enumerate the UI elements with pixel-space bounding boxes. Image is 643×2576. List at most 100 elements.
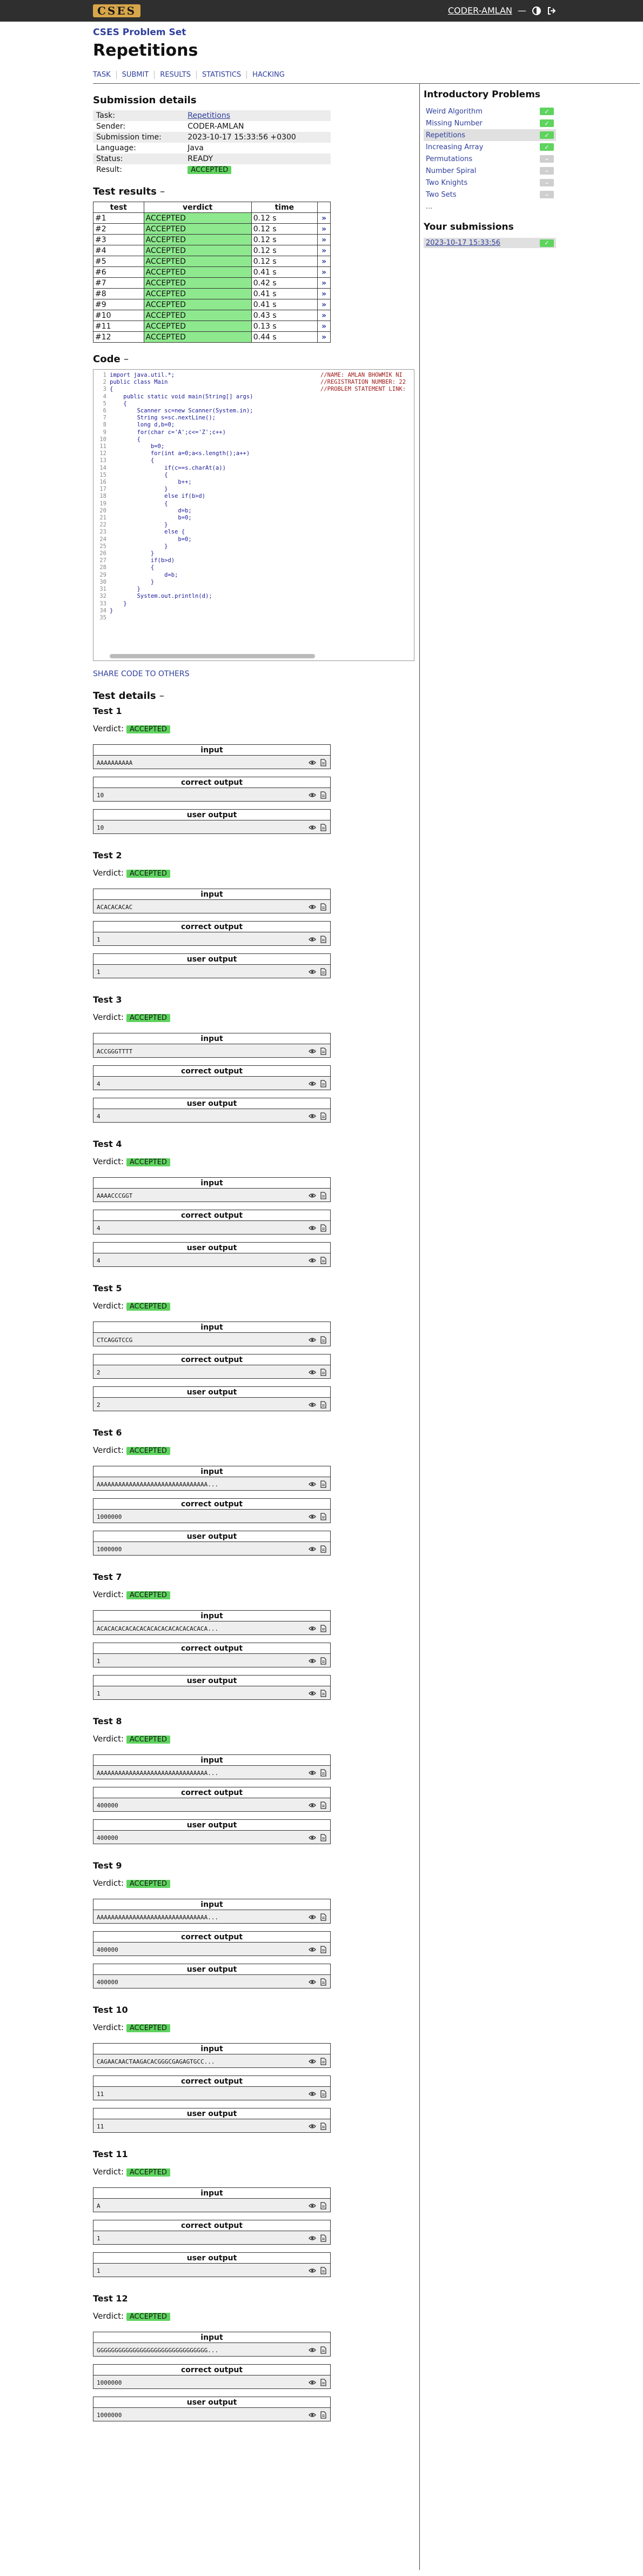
nav-statistics[interactable]: STATISTICS <box>197 71 247 79</box>
download-file-icon[interactable] <box>319 1834 327 1841</box>
test-link-icon[interactable]: » <box>317 245 331 256</box>
sidebar-task-item[interactable]: Two Knights – <box>424 177 556 189</box>
view-icon[interactable] <box>309 1625 316 1632</box>
nav-hacking[interactable]: HACKING <box>247 71 290 79</box>
sidebar-task-item[interactable]: Missing Number ✓ <box>424 117 556 129</box>
view-icon[interactable] <box>309 1769 316 1777</box>
sidebar-task-link[interactable]: Repetitions <box>426 131 465 139</box>
view-icon[interactable] <box>309 1913 316 1921</box>
download-file-icon[interactable] <box>319 968 327 976</box>
logout-icon[interactable] <box>547 6 557 16</box>
view-icon[interactable] <box>309 1401 316 1409</box>
problem-set-title[interactable]: CSES Problem Set <box>93 27 643 38</box>
test-link-icon[interactable]: » <box>317 299 331 310</box>
download-file-icon[interactable] <box>319 1224 327 1232</box>
submission-item[interactable]: 2023-10-17 15:33:56 ✓ <box>424 238 556 248</box>
sidebar-task-link[interactable]: Two Knights <box>426 179 467 187</box>
sidebar-task-item[interactable]: Repetitions ✓ <box>424 129 556 141</box>
view-icon[interactable] <box>309 968 316 976</box>
view-icon[interactable] <box>309 2090 316 2098</box>
download-file-icon[interactable] <box>319 824 327 831</box>
sidebar-task-link[interactable]: Number Spiral <box>426 167 476 175</box>
download-file-icon[interactable] <box>319 1545 327 1553</box>
view-icon[interactable] <box>309 1801 316 1809</box>
sidebar-task-item[interactable]: Permutations – <box>424 153 556 165</box>
download-file-icon[interactable] <box>319 1047 327 1055</box>
view-icon[interactable] <box>309 1545 316 1553</box>
view-icon[interactable] <box>309 759 316 766</box>
download-file-icon[interactable] <box>319 1657 327 1665</box>
download-file-icon[interactable] <box>319 1913 327 1921</box>
test-link-icon[interactable]: » <box>317 288 331 299</box>
test-link-icon[interactable]: » <box>317 266 331 278</box>
download-file-icon[interactable] <box>319 1480 327 1488</box>
share-code-link[interactable]: SHARE CODE TO OTHERS <box>93 670 414 678</box>
download-file-icon[interactable] <box>319 1112 327 1120</box>
view-icon[interactable] <box>309 1480 316 1488</box>
view-icon[interactable] <box>309 2234 316 2242</box>
test-link-icon[interactable]: » <box>317 212 331 224</box>
view-icon[interactable] <box>309 1657 316 1665</box>
download-file-icon[interactable] <box>319 1690 327 1697</box>
sidebar-task-item[interactable]: Increasing Array ✓ <box>424 141 556 153</box>
view-icon[interactable] <box>309 2411 316 2419</box>
view-icon[interactable] <box>309 2058 316 2065</box>
test-link-icon[interactable]: » <box>317 234 331 245</box>
download-file-icon[interactable] <box>319 936 327 943</box>
task-link[interactable]: Repetitions <box>187 111 230 120</box>
view-icon[interactable] <box>309 903 316 911</box>
view-icon[interactable] <box>309 2379 316 2386</box>
view-icon[interactable] <box>309 1978 316 1986</box>
nav-task[interactable]: TASK <box>93 71 117 79</box>
view-icon[interactable] <box>309 1690 316 1697</box>
test-link-icon[interactable]: » <box>317 331 331 343</box>
download-file-icon[interactable] <box>319 2379 327 2386</box>
download-file-icon[interactable] <box>319 2202 327 2210</box>
download-file-icon[interactable] <box>319 1978 327 1986</box>
test-link-icon[interactable]: » <box>317 223 331 235</box>
test-link-icon[interactable]: » <box>317 310 331 321</box>
view-icon[interactable] <box>309 1513 316 1520</box>
download-file-icon[interactable] <box>319 903 327 911</box>
test-link-icon[interactable]: » <box>317 321 331 332</box>
nav-submit[interactable]: SUBMIT <box>117 71 155 79</box>
view-icon[interactable] <box>309 1047 316 1055</box>
sidebar-task-link[interactable]: Two Sets <box>426 191 457 199</box>
view-icon[interactable] <box>309 2267 316 2274</box>
test-link-icon[interactable]: » <box>317 277 331 289</box>
view-icon[interactable] <box>309 791 316 799</box>
view-icon[interactable] <box>309 1080 316 1087</box>
sidebar-task-link[interactable]: Weird Algorithm <box>426 108 483 116</box>
view-icon[interactable] <box>309 1336 316 1344</box>
download-file-icon[interactable] <box>319 1946 327 1953</box>
test-link-icon[interactable]: » <box>317 256 331 267</box>
download-file-icon[interactable] <box>319 1401 327 1409</box>
view-icon[interactable] <box>309 1257 316 1264</box>
download-file-icon[interactable] <box>319 1192 327 1199</box>
view-icon[interactable] <box>309 824 316 831</box>
sidebar-task-link[interactable]: Permutations <box>426 155 472 163</box>
download-file-icon[interactable] <box>319 791 327 799</box>
sidebar-task-item[interactable]: Number Spiral – <box>424 165 556 177</box>
view-icon[interactable] <box>309 2202 316 2210</box>
sidebar-task-link[interactable]: Missing Number <box>426 119 483 128</box>
horizontal-scrollbar[interactable] <box>110 654 315 658</box>
download-file-icon[interactable] <box>319 2411 327 2419</box>
download-file-icon[interactable] <box>319 1769 327 1777</box>
download-file-icon[interactable] <box>319 1801 327 1809</box>
download-file-icon[interactable] <box>319 2123 327 2130</box>
view-icon[interactable] <box>309 2346 316 2354</box>
download-file-icon[interactable] <box>319 2346 327 2354</box>
sidebar-task-link[interactable]: Increasing Array <box>426 143 483 151</box>
user-link[interactable]: CODER-AMLAN <box>448 5 512 16</box>
theme-toggle-icon[interactable] <box>532 6 541 16</box>
view-icon[interactable] <box>309 1112 316 1120</box>
sidebar-task-item[interactable]: Weird Algorithm ✓ <box>424 105 556 117</box>
download-file-icon[interactable] <box>319 1625 327 1632</box>
view-icon[interactable] <box>309 1834 316 1841</box>
sidebar-task-item[interactable]: Two Sets – <box>424 189 556 201</box>
view-icon[interactable] <box>309 1946 316 1953</box>
download-file-icon[interactable] <box>319 2234 327 2242</box>
nav-results[interactable]: RESULTS <box>155 71 197 79</box>
view-icon[interactable] <box>309 1192 316 1199</box>
